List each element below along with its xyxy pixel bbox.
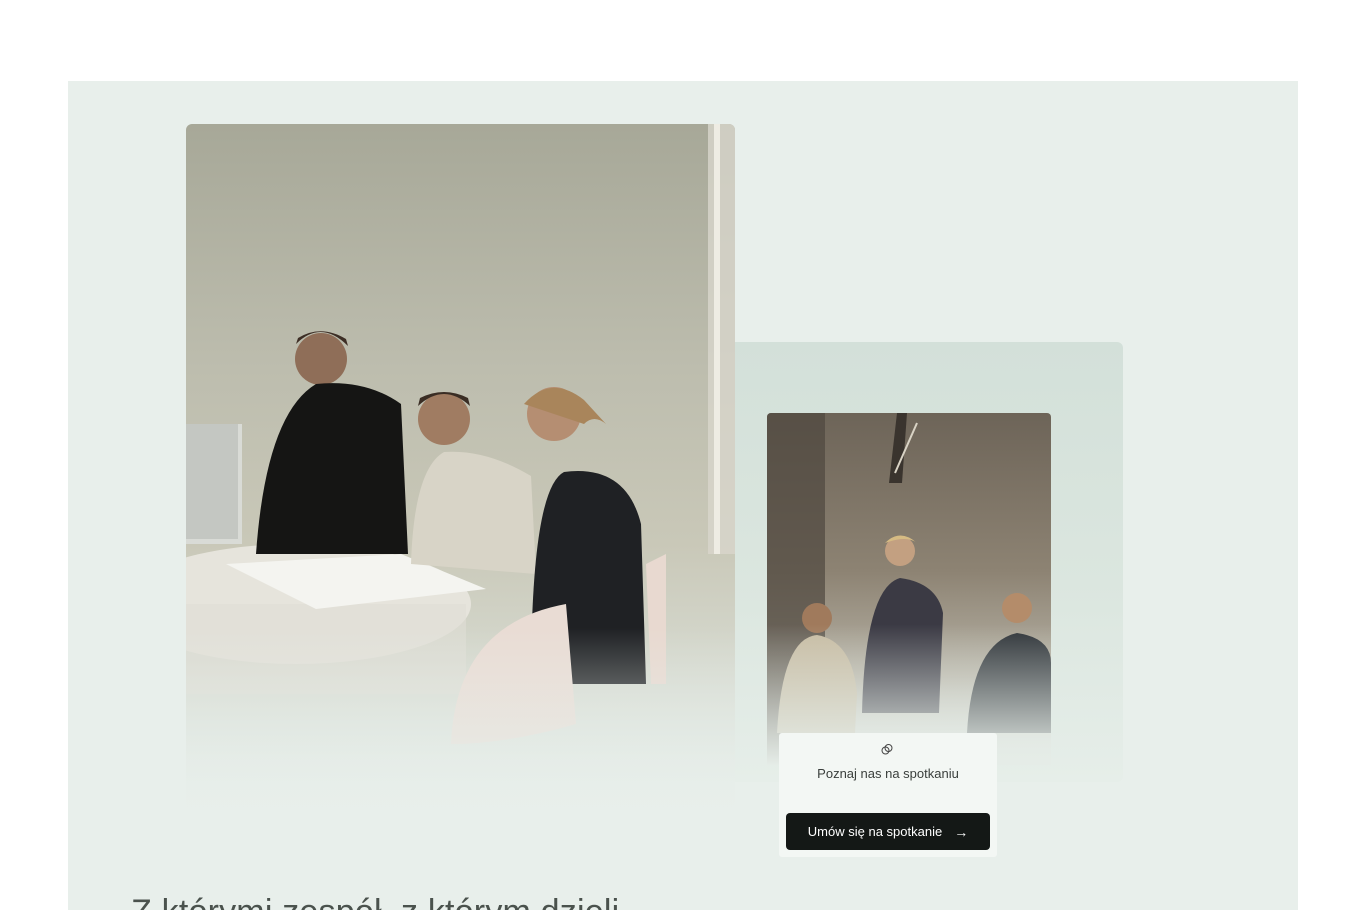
- meeting-cta-box: Poznaj nas na spotkaniu Umów się na spot…: [779, 733, 997, 857]
- cta-text: Poznaj nas na spotkaniu: [817, 766, 959, 781]
- team-photo: [767, 413, 1051, 765]
- arrow-right-icon: →: [954, 823, 969, 840]
- section-heading-partial: Z którymi zespół, z którym dzieli...: [131, 893, 648, 910]
- chat-bubbles-icon: [881, 744, 893, 755]
- hero-panel: Poznaj nas na spotkaniu Umów się na spot…: [68, 81, 1298, 910]
- book-meeting-button[interactable]: Umów się na spotkanie →: [786, 813, 990, 850]
- book-meeting-button-label: Umów się na spotkanie: [807, 824, 943, 839]
- office-meeting-illustration: [186, 124, 735, 824]
- office-meeting-photo: [186, 124, 735, 824]
- team-illustration: [767, 413, 1051, 765]
